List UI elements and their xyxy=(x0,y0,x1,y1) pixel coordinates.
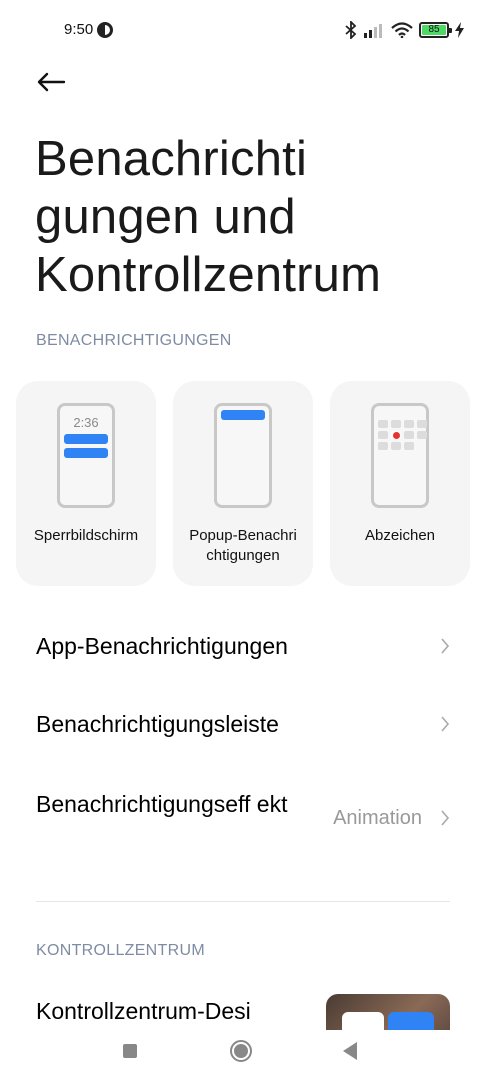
back-triangle-icon[interactable] xyxy=(343,1042,357,1060)
lockscreen-preview: 2:36 xyxy=(57,403,115,508)
app-cell xyxy=(378,431,388,439)
preview-time: 2:36 xyxy=(73,415,99,430)
home-circle-icon[interactable] xyxy=(230,1040,252,1062)
status-bar: 9:50 85 xyxy=(0,0,486,60)
app-cell xyxy=(391,442,401,450)
chevron-right-icon xyxy=(441,638,450,654)
app-cell xyxy=(404,420,414,428)
card-label: Sperrbildschirm xyxy=(33,527,139,544)
section-header-notifications: BENACHRICHTIGUNGEN xyxy=(36,332,232,349)
chevron-right-icon xyxy=(441,810,450,826)
page-title: Benachrichti gungen und Kontrollzentrum xyxy=(35,132,382,302)
back-button[interactable] xyxy=(36,64,72,100)
recents-square-icon[interactable] xyxy=(123,1044,137,1058)
bluetooth-icon xyxy=(345,21,357,39)
app-cell xyxy=(404,431,414,439)
app-cell xyxy=(378,420,388,428)
card-label: Abzeichen xyxy=(364,527,436,544)
app-cell xyxy=(417,431,427,439)
app-grid xyxy=(378,420,427,450)
data-saver-icon xyxy=(97,22,113,38)
list-item-label: Kontrollzentrum-Desi xyxy=(36,998,251,1024)
notification-effect-item[interactable]: Benachrichtigungseff ekt Animation xyxy=(0,784,486,856)
section-divider xyxy=(36,901,450,902)
list-item-label: Benachrichtigungsleiste xyxy=(36,711,279,737)
list-item-label: Benachrichtigungseff ekt xyxy=(36,791,288,817)
battery-icon: 85 xyxy=(419,22,452,38)
chevron-right-icon xyxy=(441,716,450,732)
app-cell xyxy=(417,420,427,428)
badges-card[interactable]: Abzeichen xyxy=(330,381,470,586)
app-cell xyxy=(404,442,414,450)
battery-level: 85 xyxy=(422,25,446,35)
navigation-bar xyxy=(0,1030,486,1080)
status-icons: 85 xyxy=(345,20,464,40)
preview-notification-bar xyxy=(64,434,108,444)
list-item-label: App-Benachrichtigungen xyxy=(36,633,288,659)
app-cell xyxy=(391,420,401,428)
lockscreen-card[interactable]: 2:36 Sperrbildschirm xyxy=(16,381,156,586)
section-header-control-center: KONTROLLZENTRUM xyxy=(36,942,205,959)
notification-shade-item[interactable]: Benachrichtigungsleiste xyxy=(0,698,486,750)
list-item-value: Animation xyxy=(333,807,422,829)
app-cell xyxy=(378,442,388,450)
preview-popup-bar xyxy=(221,410,265,420)
arrow-left-icon xyxy=(37,72,66,92)
wifi-icon xyxy=(391,22,413,38)
badge-dot xyxy=(391,431,401,439)
signal-icon xyxy=(363,22,385,38)
popup-notifications-card[interactable]: Popup-Benachri chtigungen xyxy=(173,381,313,586)
charging-icon xyxy=(455,22,464,38)
popup-preview xyxy=(214,403,272,508)
status-time: 9:50 xyxy=(64,21,94,38)
app-notifications-item[interactable]: App-Benachrichtigungen xyxy=(0,620,486,672)
preview-notification-bar xyxy=(64,448,108,458)
card-label: Popup-Benachri chtigungen xyxy=(189,527,297,564)
badge-preview xyxy=(371,403,429,508)
